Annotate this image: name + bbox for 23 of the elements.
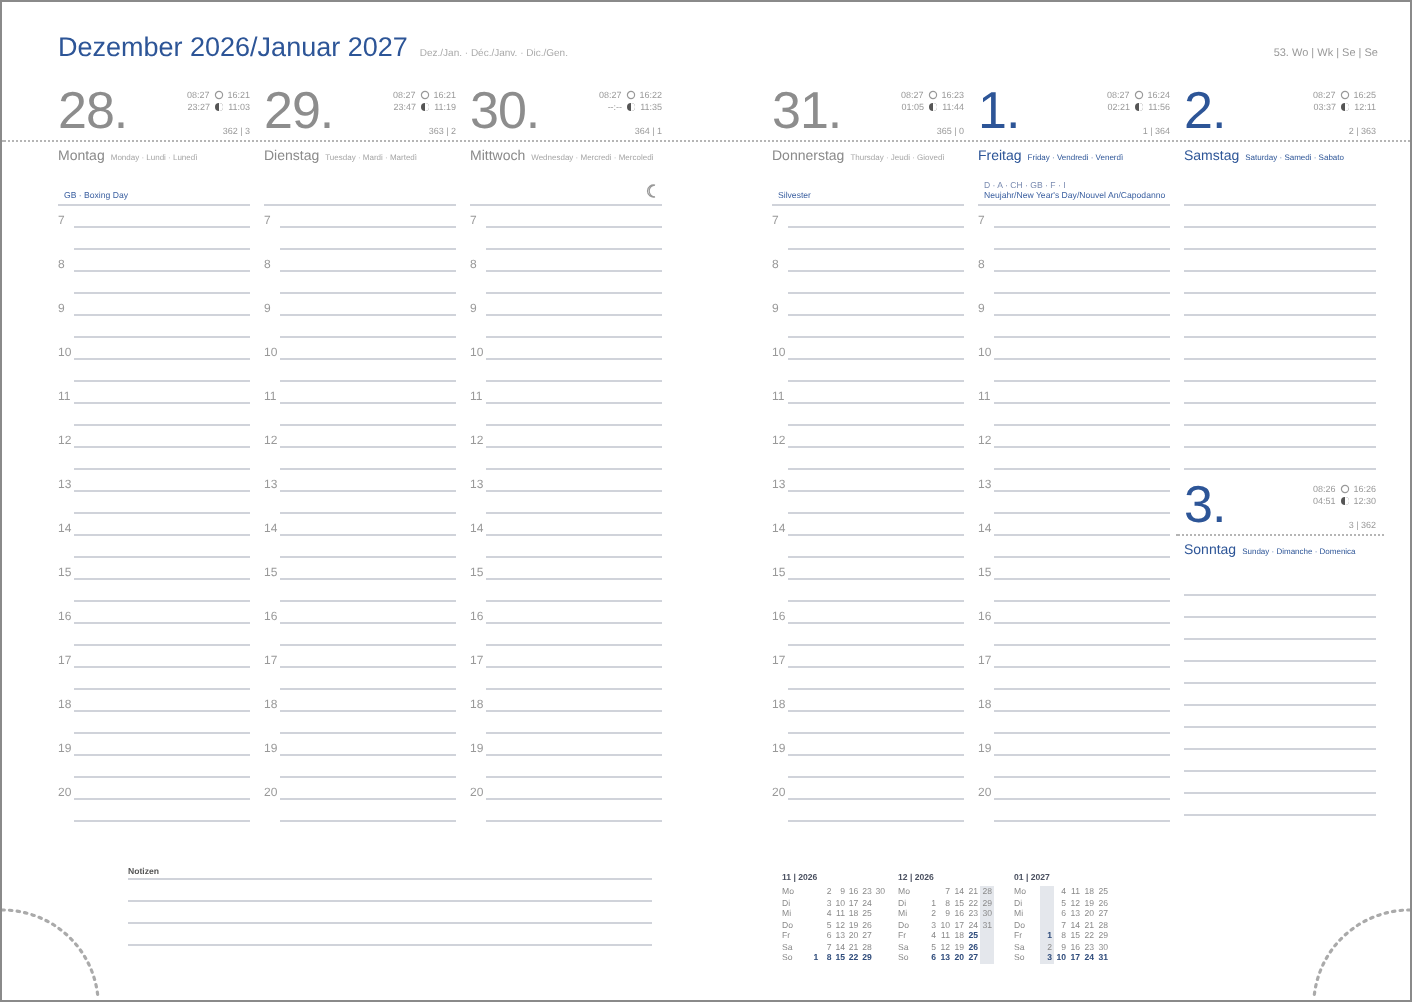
day-number: 2. xyxy=(1184,84,1226,136)
dotted-arc-drawing xyxy=(1310,902,1410,998)
sun-icon xyxy=(625,90,636,101)
day-number: 31. xyxy=(772,84,842,136)
sun-icon xyxy=(1339,90,1350,101)
day-number: 30. xyxy=(470,84,540,136)
moon-icon xyxy=(928,102,939,113)
moon-icon xyxy=(626,102,637,113)
sun-icon xyxy=(213,90,224,101)
sun-icon xyxy=(1339,484,1350,495)
day-number: 1. xyxy=(978,84,1020,136)
moon-icon xyxy=(214,102,225,113)
moon-icon xyxy=(1340,102,1351,113)
day-number: 28. xyxy=(58,84,128,136)
moon-icon xyxy=(1339,496,1350,507)
day-number: 3. xyxy=(1184,478,1226,530)
moon-icon xyxy=(420,102,431,113)
sun-icon xyxy=(1133,90,1144,101)
sun-icon xyxy=(927,90,938,101)
sun-icon xyxy=(419,90,430,101)
moon-icon xyxy=(1134,102,1145,113)
day-number: 29. xyxy=(264,84,334,136)
planner-title: Dezember 2026/Januar 2027 xyxy=(58,32,408,62)
